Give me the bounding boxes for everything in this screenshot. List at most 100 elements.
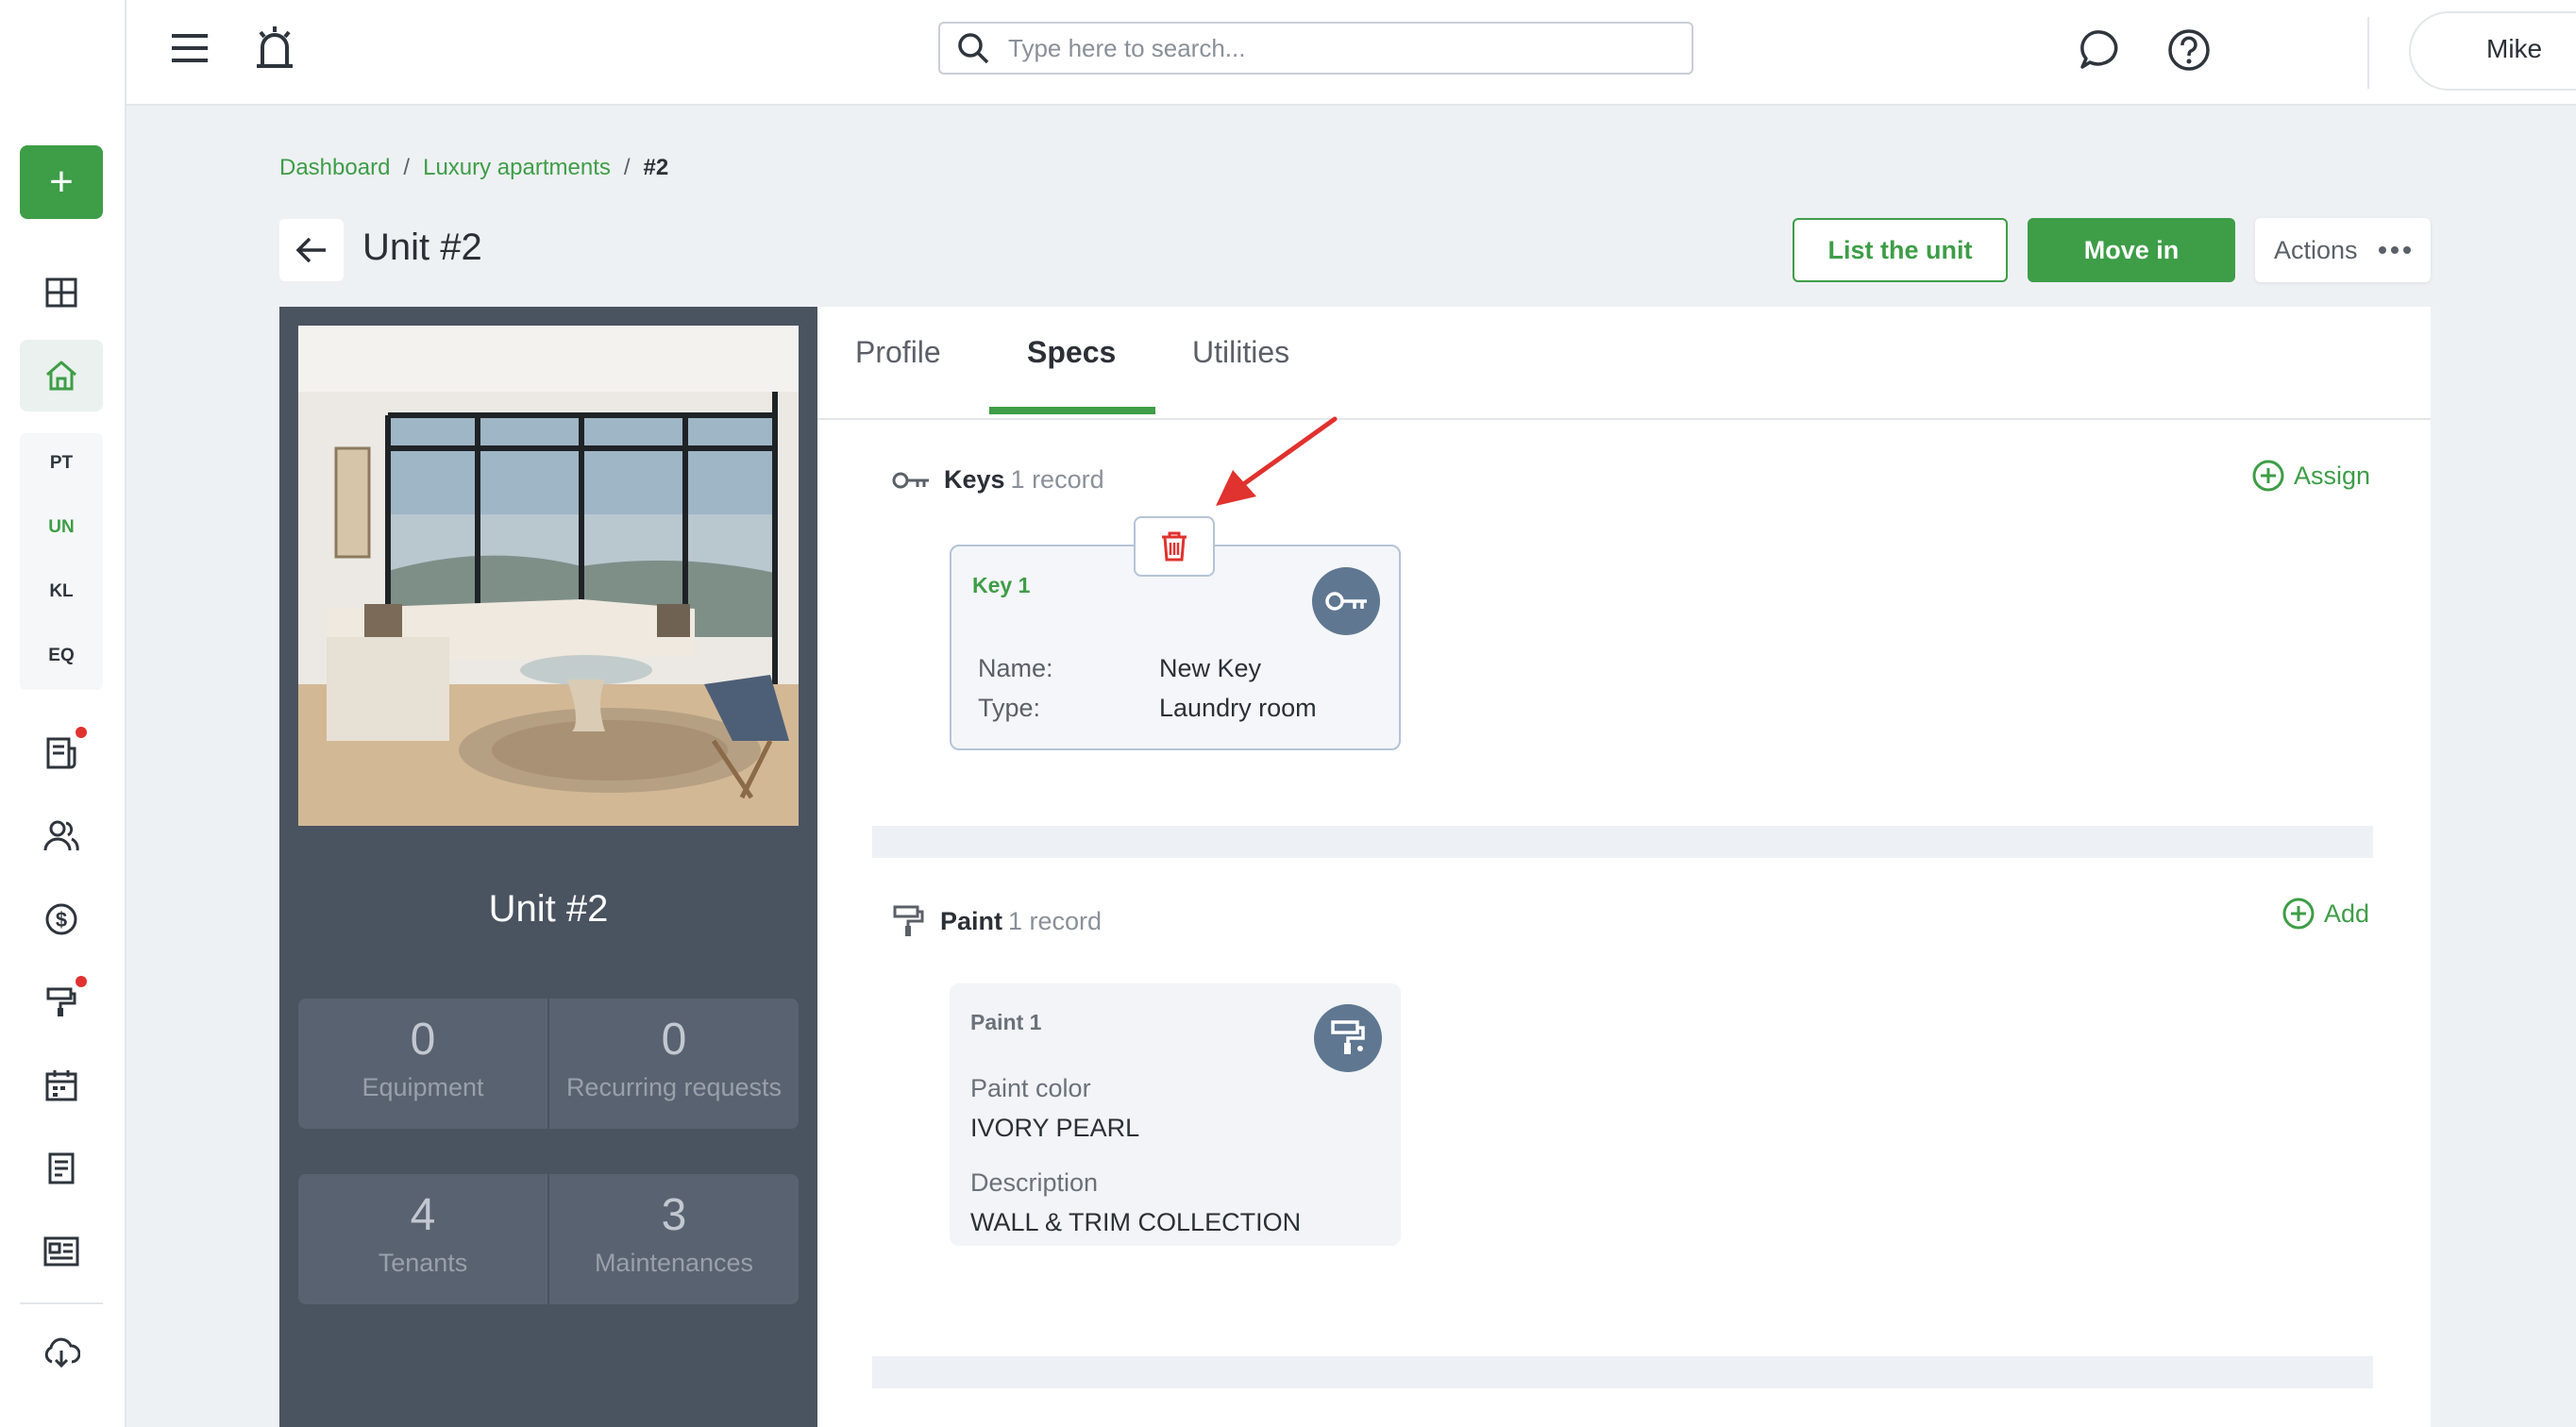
- actions-label: Actions: [2274, 235, 2358, 264]
- breadcrumb-current: #2: [643, 155, 669, 180]
- accounting-nav-icon[interactable]: $: [20, 883, 103, 955]
- unit-name: Unit #2: [488, 888, 609, 930]
- key-badge: [1312, 567, 1380, 635]
- menu-toggle[interactable]: [170, 28, 210, 68]
- listing-icon: [43, 1236, 79, 1267]
- dashboard-nav-icon[interactable]: [20, 257, 103, 328]
- subnav-keys[interactable]: KL: [20, 563, 103, 620]
- move-in-button[interactable]: Move in: [2028, 218, 2235, 282]
- topbar-divider: [2367, 17, 2369, 89]
- notification-dot: [76, 727, 87, 738]
- annotation-arrow-icon: [1216, 416, 1338, 506]
- chat-bubble-icon: [2080, 30, 2118, 69]
- specs-panel: Profile Specs Utilities Keys 1 record As…: [817, 307, 2431, 1427]
- download-nav-icon[interactable]: [20, 1318, 103, 1389]
- tab-utilities[interactable]: Utilities: [1192, 335, 1289, 370]
- sidebar-divider: [20, 1302, 103, 1304]
- calendar-nav-icon[interactable]: [20, 1049, 103, 1121]
- delete-key-button[interactable]: [1134, 516, 1215, 577]
- stats-row: 4 Tenants 3 Maintenances: [298, 1174, 799, 1304]
- plus-icon: +: [49, 159, 74, 205]
- listings-nav-icon[interactable]: [20, 1216, 103, 1287]
- properties-subnav: PT UN KL EQ: [20, 433, 103, 690]
- key-icon: [1325, 592, 1367, 611]
- list-unit-button[interactable]: List the unit: [1793, 218, 2008, 282]
- key-card-title: Key 1: [972, 573, 1031, 597]
- key-name-label: Name:: [978, 654, 1053, 682]
- help-button[interactable]: [2167, 28, 2211, 72]
- hamburger-menu-icon: [172, 34, 208, 62]
- keys-record-count: 1 record: [1010, 465, 1104, 494]
- paint-card-title: Paint 1: [970, 1010, 1042, 1034]
- section-divider: [872, 1356, 2373, 1388]
- paint-record-count: 1 record: [1008, 906, 1103, 935]
- create-new-button[interactable]: +: [20, 145, 103, 219]
- stat-label: Equipment: [362, 1073, 484, 1101]
- subnav-units[interactable]: UN: [20, 499, 103, 556]
- alarm-bell-logo-icon: [257, 26, 293, 68]
- search-input[interactable]: [1006, 32, 1671, 64]
- paint-roller-icon: [46, 987, 76, 1016]
- paint-description-label: Description: [970, 1168, 1099, 1197]
- leases-nav-icon[interactable]: [20, 717, 103, 789]
- page-title: Unit #2: [362, 227, 482, 268]
- user-menu[interactable]: Mike: [2409, 11, 2576, 91]
- paint-title: Paint: [940, 906, 1003, 935]
- stats-row: 0 Equipment 0 Recurring requests: [298, 999, 799, 1129]
- search-box[interactable]: [938, 22, 1693, 75]
- stat-label: Tenants: [378, 1249, 468, 1277]
- equipment-stat[interactable]: 0 Equipment: [298, 999, 547, 1129]
- notification-dot: [76, 976, 87, 987]
- key-type-label: Type:: [978, 694, 1041, 722]
- add-paint-button[interactable]: Add: [2282, 898, 2369, 930]
- properties-nav-icon[interactable]: [20, 340, 103, 411]
- paint-roller-icon: [1331, 1020, 1365, 1054]
- active-tab-indicator: [989, 407, 1155, 414]
- key-name-value: New Key: [1159, 654, 1262, 682]
- stat-label: Recurring requests: [565, 1073, 783, 1101]
- report-icon: [48, 1152, 75, 1184]
- calendar-icon: [45, 1070, 77, 1101]
- maintenance-nav-icon[interactable]: [20, 966, 103, 1038]
- paint-card[interactable]: Paint 1 Paint color IVORY PEARL Descript…: [950, 983, 1401, 1246]
- add-label: Add: [2324, 898, 2370, 928]
- breadcrumb-dashboard[interactable]: Dashboard: [279, 155, 390, 181]
- unit-photo[interactable]: [298, 326, 799, 826]
- stat-value: 3: [661, 1190, 687, 1240]
- messages-button[interactable]: [2079, 28, 2122, 72]
- keys-title: Keys: [944, 465, 1005, 494]
- cloud-download-icon: [44, 1337, 80, 1368]
- recurring-requests-stat[interactable]: 0 Recurring requests: [547, 999, 799, 1129]
- actions-button[interactable]: Actions: [2255, 218, 2431, 282]
- help-icon: [2168, 29, 2210, 71]
- tab-bar: Profile Specs Utilities: [817, 307, 2431, 420]
- reports-nav-icon[interactable]: [20, 1133, 103, 1204]
- breadcrumb-property[interactable]: Luxury apartments: [423, 155, 611, 181]
- maintenances-stat[interactable]: 3 Maintenances: [547, 1174, 799, 1304]
- tab-profile[interactable]: Profile: [855, 335, 941, 370]
- paint-color-value: IVORY PEARL: [970, 1114, 1140, 1142]
- tenants-stat[interactable]: 4 Tenants: [298, 1174, 547, 1304]
- paint-badge: [1314, 1004, 1382, 1072]
- assign-label: Assign: [2294, 461, 2371, 490]
- dashboard-icon: [45, 277, 77, 308]
- subnav-properties[interactable]: PT: [20, 435, 103, 492]
- paint-section-header: Paint 1 record: [891, 903, 1102, 939]
- paint-description-value: WALL & TRIM COLLECTION: [970, 1208, 1302, 1236]
- search-icon: [958, 33, 989, 64]
- subnav-equipment[interactable]: EQ: [20, 628, 103, 684]
- people-icon: [43, 820, 79, 851]
- unit-summary-panel: Unit #2 0 Equipment 0 Recurring requests…: [279, 307, 817, 1427]
- documents-icon: [46, 737, 76, 769]
- breadcrumb-separator: /: [403, 155, 411, 180]
- people-nav-icon[interactable]: [20, 800, 103, 872]
- tab-specs[interactable]: Specs: [1027, 335, 1116, 370]
- user-name: Mike: [2486, 34, 2543, 63]
- assign-key-button[interactable]: Assign: [2252, 460, 2370, 492]
- svg-text:$: $: [56, 908, 67, 932]
- app-logo[interactable]: [253, 23, 296, 72]
- back-button[interactable]: [279, 219, 344, 281]
- paint-color-label: Paint color: [970, 1074, 1091, 1102]
- stat-value: 0: [410, 1015, 436, 1065]
- stat-value: 4: [410, 1190, 436, 1240]
